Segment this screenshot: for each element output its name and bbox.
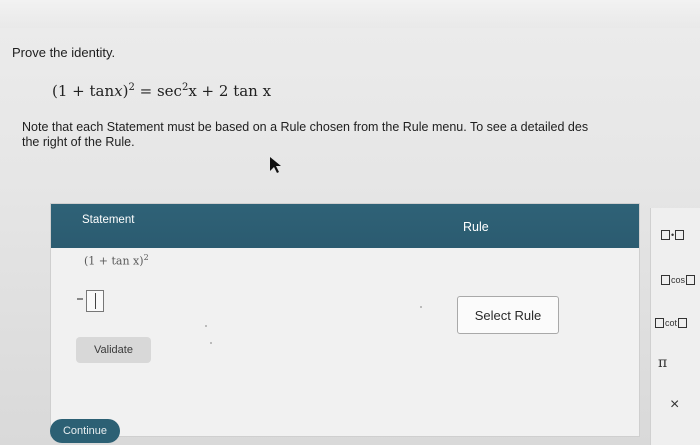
identity-equation: (1 + tanx)2 = sec2x + 2 tan x [52, 82, 271, 100]
dot-mark [205, 325, 207, 327]
top-band [0, 0, 700, 28]
text-caret [95, 293, 96, 309]
statement-row-1-exp: 2 [143, 253, 149, 262]
placeholder-box-icon [655, 318, 664, 328]
cot-label: cot [665, 318, 678, 328]
identity-equals: = [134, 82, 157, 100]
pi-button[interactable]: π [658, 355, 667, 371]
note-text: Note that each Statement must be based o… [22, 120, 700, 150]
placeholder-box-icon [675, 230, 685, 240]
statement-column-header: Statement [82, 214, 135, 226]
multiply-dot-button[interactable]: • [660, 230, 685, 240]
screen: Prove the identity. (1 + tanx)2 = sec2x … [0, 0, 700, 445]
statement-row-1: (1 + tan x)2 [84, 253, 149, 268]
note-line-1: Note that each Statement must be based o… [22, 120, 589, 134]
minus-icon [77, 298, 83, 300]
rule-column-header: Rule [463, 220, 489, 234]
placeholder-box-icon [686, 275, 696, 285]
mouse-cursor-icon [270, 157, 281, 173]
identity-rhs-sec: sec [156, 82, 182, 100]
close-icon[interactable]: × [670, 396, 679, 414]
cos-button[interactable]: cos [660, 275, 696, 285]
identity-rhs-rest: x + 2 tan x [188, 82, 272, 100]
placeholder-box-icon [661, 230, 670, 240]
note-line-2: the right of the Rule. [22, 135, 135, 149]
statement-input[interactable] [86, 290, 104, 312]
cos-label: cos [671, 275, 686, 285]
select-rule-button[interactable]: Select Rule [457, 296, 559, 334]
placeholder-box-icon [678, 318, 688, 328]
proof-table-header: Statement Rule [51, 204, 639, 248]
statement-row-1-expr: (1 + tan x) [84, 254, 144, 268]
continue-button[interactable]: Continue [50, 419, 120, 443]
identity-lhs-base: (1 + tan [52, 82, 115, 100]
validate-button[interactable]: Validate [76, 337, 151, 363]
dot-mark [210, 342, 212, 344]
cot-button[interactable]: cot [654, 318, 688, 328]
dot-mark [420, 306, 422, 308]
dot-label: • [671, 230, 675, 240]
identity-lhs-var: x [114, 82, 123, 100]
prompt-text: Prove the identity. [12, 45, 116, 60]
placeholder-box-icon [661, 275, 670, 285]
